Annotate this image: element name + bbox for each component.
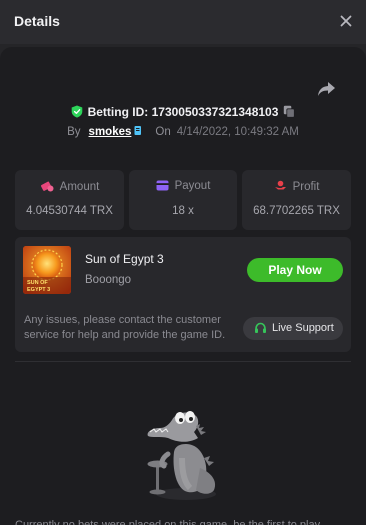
close-icon[interactable] xyxy=(338,13,354,29)
bettor-info: By smokes On 4/14/2022, 10:49:32 AM xyxy=(0,125,366,138)
stat-amount-value: 4.04530744 TRX xyxy=(26,205,113,217)
payout-icon xyxy=(156,180,169,191)
empty-state-text: Currently no bets were placed on this ga… xyxy=(15,519,321,525)
stat-payout-header: Payout xyxy=(129,180,237,192)
copy-icon[interactable] xyxy=(283,105,296,119)
stat-payout-value: 18 x xyxy=(172,205,194,217)
stat-amount: Amount 4.04530744 TRX xyxy=(15,170,124,230)
share-icon[interactable] xyxy=(316,80,336,98)
on-label: On xyxy=(155,126,171,138)
stat-profit-header: Profit xyxy=(242,180,351,193)
stat-payout-label: Payout xyxy=(174,180,211,192)
game-provider: Booongo xyxy=(85,274,132,286)
verified-shield-icon xyxy=(71,105,82,118)
user-level-badge-icon xyxy=(134,126,142,135)
game-thumbnail[interactable]: SUN OF EGYPT 3 xyxy=(23,246,71,294)
crocodile-mascot-icon xyxy=(147,411,216,500)
section-divider xyxy=(15,361,351,362)
details-header: Details xyxy=(0,0,366,44)
stat-amount-header: Amount xyxy=(15,180,124,193)
page-title: Details xyxy=(14,13,60,29)
betting-id-row: Betting ID: 1730050337321348103 xyxy=(0,104,366,119)
play-now-button[interactable]: Play Now xyxy=(247,258,343,282)
live-support-label: Live Support xyxy=(272,322,334,334)
support-notice: Any issues, please contact the customer … xyxy=(24,314,226,341)
stat-profit: Profit 68.7702265 TRX xyxy=(242,170,351,230)
betting-id-value: 1730050337321348103 xyxy=(151,104,279,119)
amount-icon xyxy=(40,181,54,192)
thumb-title-line-1: SUN OF xyxy=(27,280,48,286)
bet-datetime: 4/14/2022, 10:49:32 AM xyxy=(176,126,299,138)
headset-icon xyxy=(255,322,266,333)
profit-icon xyxy=(274,180,286,190)
by-label: By xyxy=(67,126,81,138)
stat-payout: Payout 18 x xyxy=(129,170,237,230)
thumb-title-line-2: EGYPT 3 xyxy=(27,287,50,293)
live-support-button[interactable]: Live Support xyxy=(243,317,343,340)
bet-stats: Amount 4.04530744 TRX Payout 18 x Profit… xyxy=(15,170,351,230)
stat-amount-label: Amount xyxy=(59,181,100,193)
game-name[interactable]: Sun of Egypt 3 xyxy=(85,252,164,266)
stat-profit-label: Profit xyxy=(292,181,320,193)
game-thumbnail-art: SUN OF EGYPT 3 xyxy=(23,246,71,294)
betting-id-label: Betting ID: xyxy=(87,104,149,119)
username-link[interactable]: smokes xyxy=(89,126,132,138)
stat-profit-value: 68.7702265 TRX xyxy=(253,205,340,217)
game-card: SUN OF EGYPT 3 Sun of Egypt 3 Booongo Pl… xyxy=(15,237,351,352)
